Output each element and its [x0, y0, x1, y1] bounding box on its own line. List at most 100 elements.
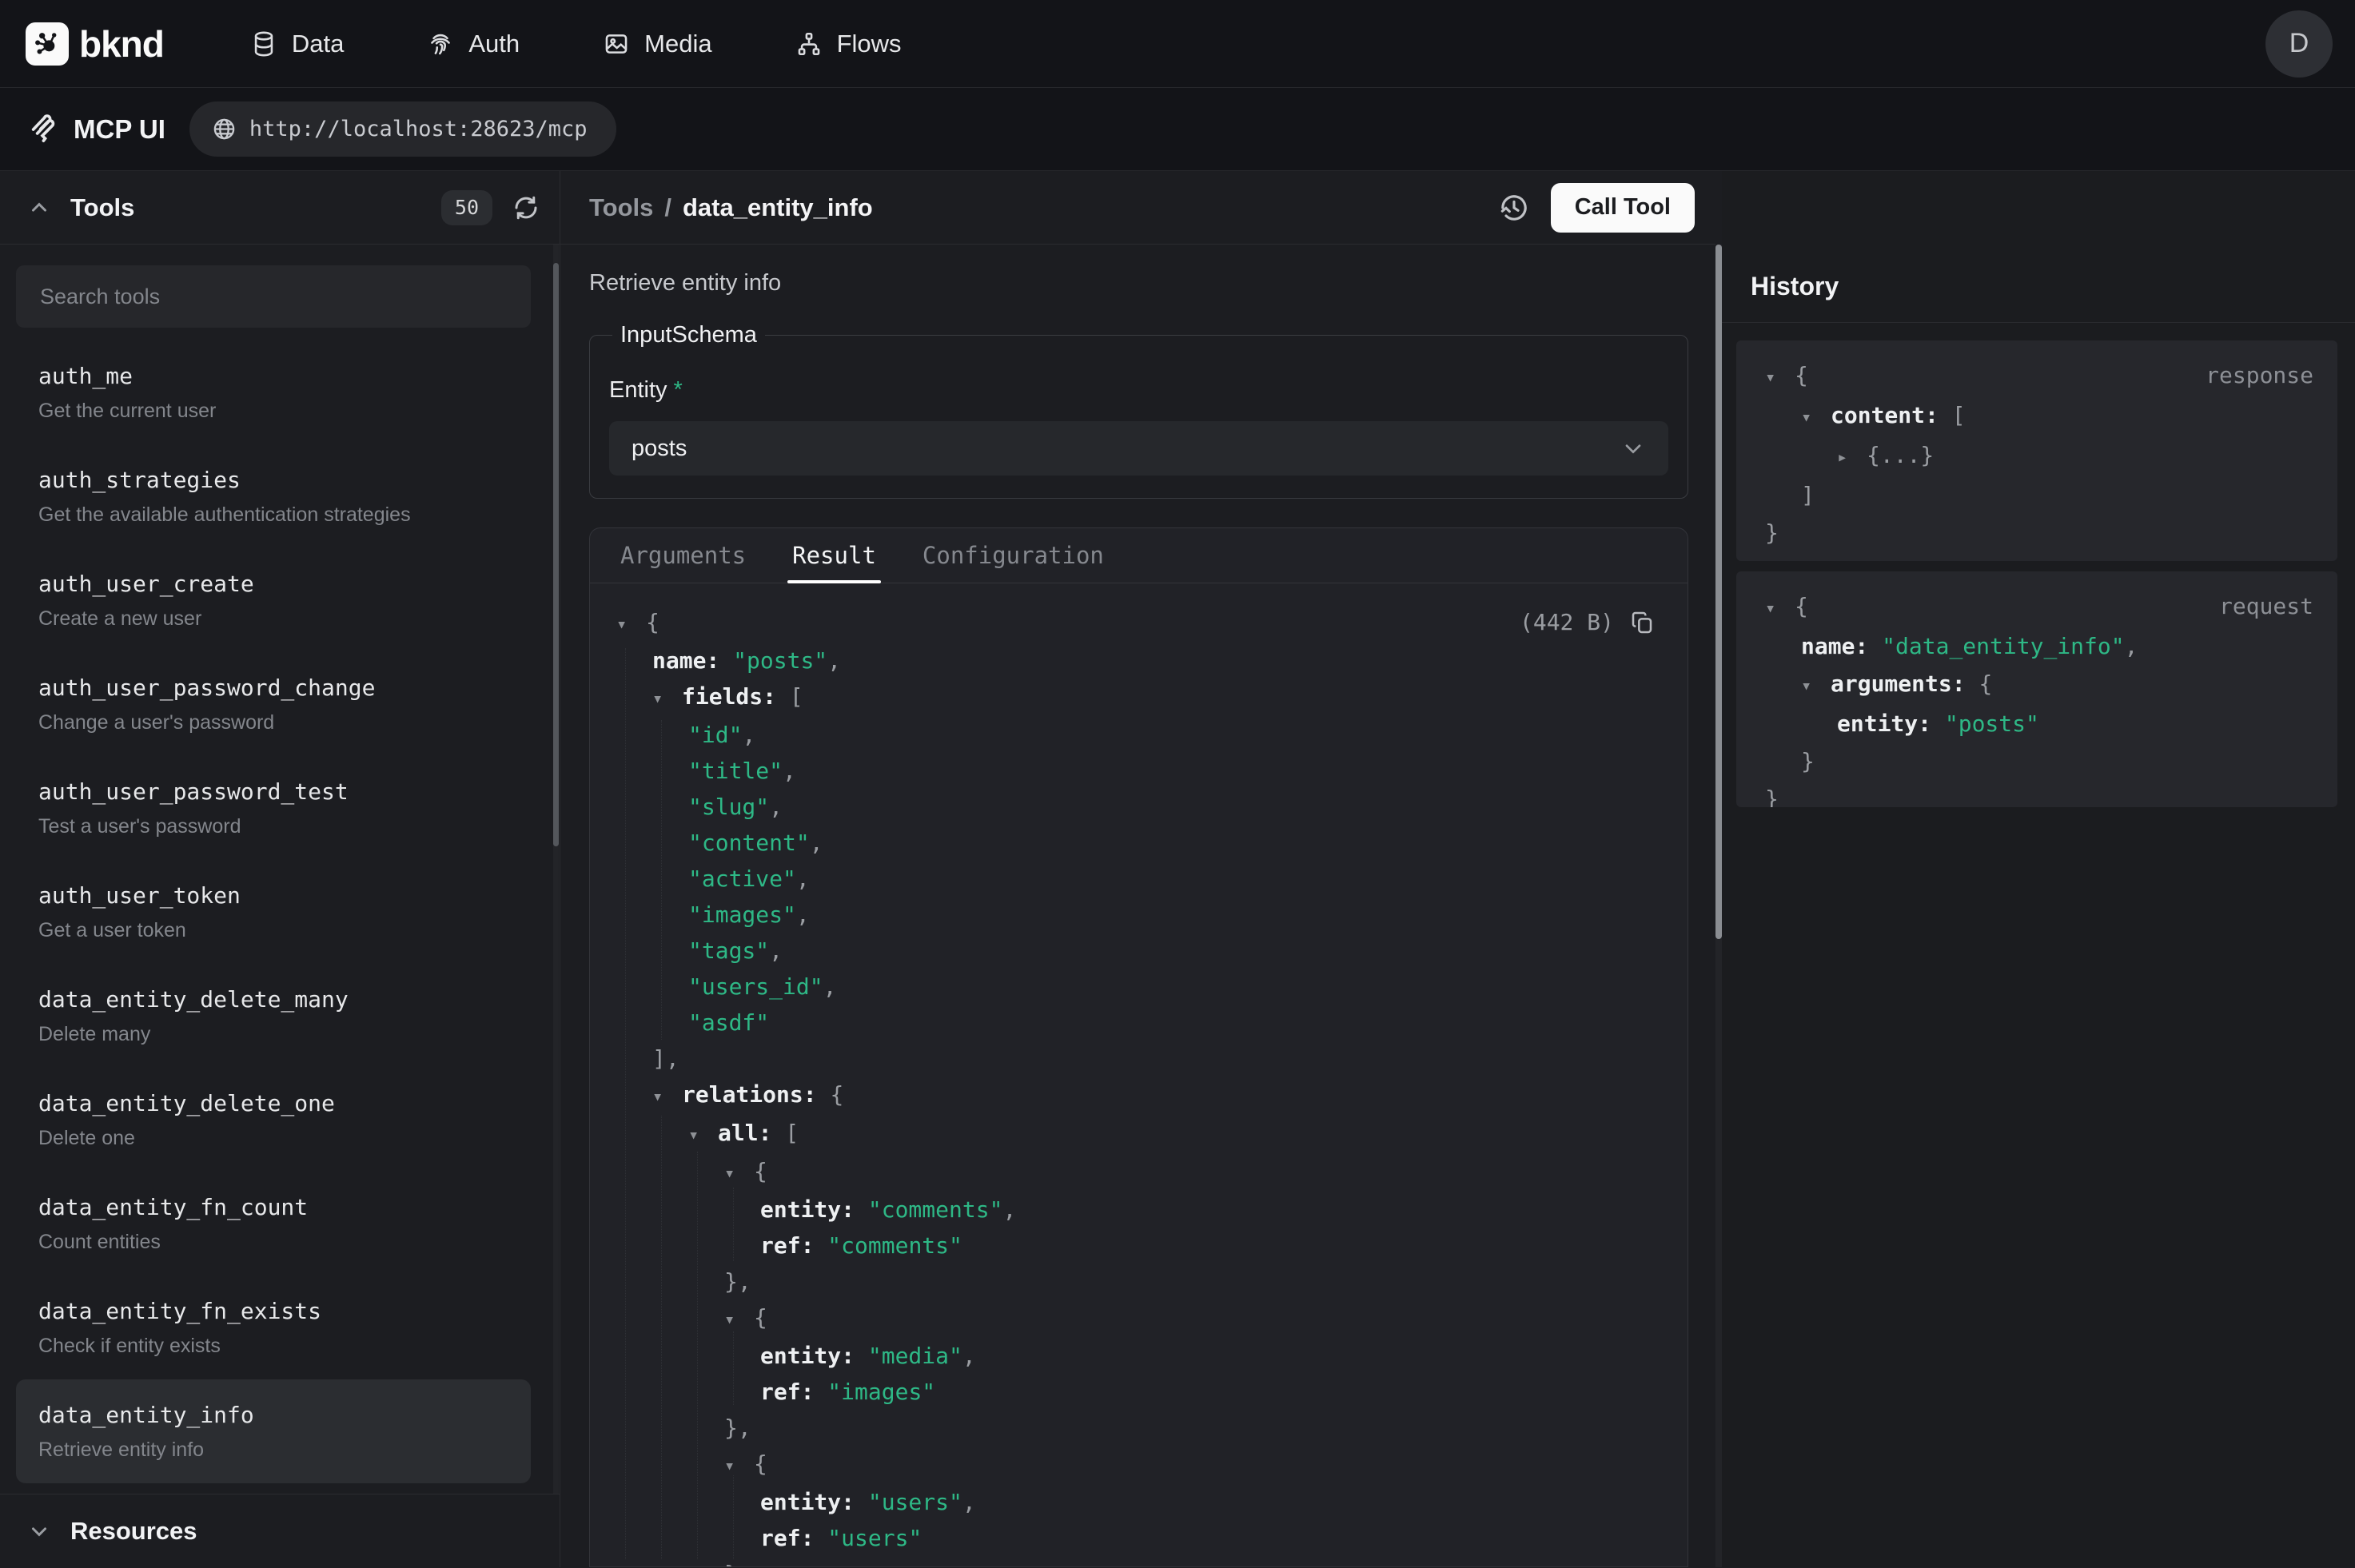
tool-list-item[interactable]: data_entity_delete_many Delete many: [16, 964, 531, 1068]
workspace: Tools 50 auth_meGet the current userauth…: [0, 171, 2355, 1567]
history-card-type-label: response: [2206, 356, 2313, 394]
tool-name: data_entity_fn_count: [38, 1193, 508, 1222]
json-line: ▾arguments: {: [1765, 665, 2313, 705]
json-line: ▾{: [590, 1153, 1688, 1192]
collapse-triangle-icon[interactable]: ▾: [652, 681, 682, 717]
json-line: ref: "images": [590, 1374, 1688, 1410]
json-token: entity:: [760, 1196, 868, 1223]
sidebar-scrollbar-thumb[interactable]: [553, 263, 559, 846]
user-avatar[interactable]: D: [2265, 10, 2333, 78]
json-token: {: [1978, 671, 1992, 697]
json-line: "slug",: [590, 789, 1688, 825]
copy-result-button[interactable]: [1630, 610, 1656, 635]
history-toggle-button[interactable]: [1498, 192, 1530, 224]
collapse-triangle-icon[interactable]: ▾: [652, 1079, 682, 1115]
json-token: all:: [718, 1120, 785, 1146]
tool-name: data_entity_delete_many: [38, 985, 508, 1014]
brand-logo[interactable]: bknd: [26, 22, 164, 66]
tool-list-item[interactable]: data_entity_infoRetrieve entity info: [16, 1379, 531, 1483]
copy-icon: [1630, 610, 1656, 635]
history-card-list: response▾{▾content: [▸{...}]}request▾{na…: [1722, 323, 2355, 818]
collapse-triangle-icon[interactable]: ▾: [1765, 590, 1795, 627]
tool-list-item[interactable]: auth_user_createCreate a new user: [16, 548, 531, 652]
history-title: History: [1751, 272, 1839, 301]
expand-triangle-icon[interactable]: ▸: [1837, 439, 1867, 476]
indent-guide: [625, 648, 626, 1559]
call-tool-button[interactable]: Call Tool: [1551, 183, 1695, 233]
tool-list-item[interactable]: auth_strategiesGet the available authent…: [16, 444, 531, 548]
json-line: }: [590, 1556, 1688, 1566]
refresh-tools-button[interactable]: [512, 193, 540, 222]
collapse-triangle-icon[interactable]: ▾: [724, 1156, 754, 1192]
tool-list-item[interactable]: auth_meGet the current user: [16, 340, 531, 444]
tool-description: Delete many: [38, 1022, 508, 1046]
json-line: entity: "posts": [1765, 705, 2313, 742]
json-line: }: [1765, 514, 2313, 551]
mcp-toolbar: MCP UI http://localhost:28623/mcp: [0, 88, 2355, 171]
collapse-triangle-icon[interactable]: ▾: [688, 1117, 718, 1153]
tool-list-item[interactable]: auth_user_tokenGet a user token: [16, 860, 531, 964]
search-input[interactable]: [16, 265, 531, 328]
json-line: ▾{: [590, 1299, 1688, 1338]
json-token: ,: [962, 1343, 976, 1369]
json-line: "tags",: [590, 933, 1688, 969]
main-scrollbar-thumb[interactable]: [1715, 245, 1722, 939]
indent-guide: [697, 1152, 698, 1559]
tools-section-header[interactable]: Tools 50: [0, 171, 560, 245]
collapse-triangle-icon[interactable]: ▾: [724, 1448, 754, 1484]
mcp-title: MCP UI: [29, 113, 165, 145]
json-token: name:: [652, 647, 733, 674]
json-line: ▾all: [: [590, 1115, 1688, 1153]
json-token: name:: [1801, 633, 1882, 659]
json-line: "title",: [590, 753, 1688, 789]
tab-result[interactable]: Result: [792, 528, 876, 583]
json-token: {: [1795, 362, 1808, 388]
nav-label: Auth: [468, 30, 520, 58]
tool-list-item[interactable]: data_entity_delete_oneDelete one: [16, 1068, 531, 1172]
json-token: ,: [742, 722, 755, 748]
json-token: "posts": [733, 647, 827, 674]
history-card-response[interactable]: response▾{▾content: [▸{...}]}: [1736, 340, 2337, 561]
brand-name: bknd: [79, 22, 164, 66]
json-token: [: [790, 683, 803, 710]
panel-splitter[interactable]: [1715, 171, 1722, 1567]
json-token: ref:: [760, 1232, 827, 1259]
collapse-triangle-icon[interactable]: ▾: [724, 1302, 754, 1338]
tool-list-item[interactable]: auth_user_password_testTest a user's pas…: [16, 756, 531, 860]
bknd-logo-icon: [26, 22, 69, 66]
nav-item-flows[interactable]: Flows: [795, 30, 902, 58]
json-token: {: [754, 1304, 767, 1331]
json-token: entity:: [760, 1489, 868, 1515]
mcp-url-pill[interactable]: http://localhost:28623/mcp: [189, 101, 616, 157]
tool-name: auth_user_create: [38, 570, 508, 599]
tool-detail-body: Retrieve entity info InputSchema Entity*…: [560, 245, 1715, 1567]
json-token: ]: [1801, 482, 1815, 508]
tool-count-badge: 50: [441, 190, 492, 225]
json-line: ],: [590, 1041, 1688, 1077]
nav-item-media[interactable]: Media: [603, 30, 711, 58]
tab-arguments[interactable]: Arguments: [620, 528, 746, 583]
collapse-triangle-icon[interactable]: ▾: [1765, 359, 1795, 396]
tool-list-item[interactable]: data_entity_fn_existsCheck if entity exi…: [16, 1275, 531, 1379]
collapse-triangle-icon[interactable]: ▾: [1801, 399, 1831, 436]
json-token: ref:: [760, 1379, 827, 1405]
json-token: }: [724, 1561, 738, 1566]
tool-list-item[interactable]: data_entity_fn_countCount entities: [16, 1172, 531, 1275]
resources-section-header[interactable]: Resources: [0, 1494, 560, 1567]
history-card-request[interactable]: request▾{name: "data_entity_info",▾argum…: [1736, 571, 2337, 807]
entity-select[interactable]: posts: [609, 421, 1668, 476]
tool-description: Delete one: [38, 1126, 508, 1150]
collapse-triangle-icon[interactable]: ▾: [1801, 667, 1831, 705]
nav-item-auth[interactable]: Auth: [427, 30, 520, 58]
indent-guide: [733, 1475, 734, 1559]
refresh-icon: [512, 193, 540, 222]
tool-list-item[interactable]: auth_user_password_changeChange a user's…: [16, 652, 531, 756]
json-token: [: [785, 1120, 799, 1146]
breadcrumb-root[interactable]: Tools: [589, 193, 653, 222]
tab-configuration[interactable]: Configuration: [922, 528, 1104, 583]
collapse-triangle-icon[interactable]: ▾: [616, 607, 646, 643]
json-token: entity:: [760, 1343, 868, 1369]
tool-detail-panel: Tools / data_entity_info Call Tool Retri…: [560, 171, 1715, 1567]
nav-item-data[interactable]: Data: [250, 30, 344, 58]
json-token: "posts": [1945, 710, 2039, 737]
